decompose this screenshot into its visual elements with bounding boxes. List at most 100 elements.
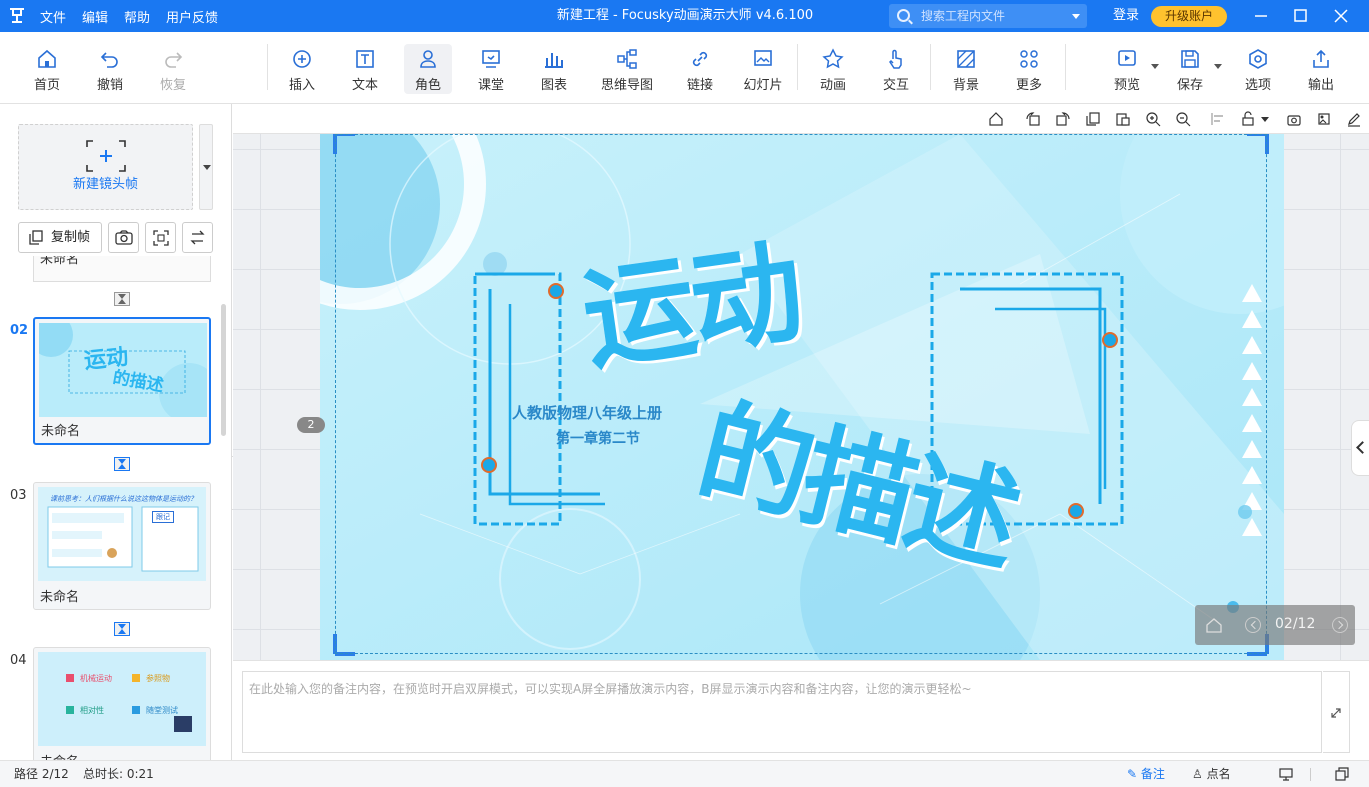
classroom-button[interactable]: 课堂 [463,44,519,94]
next-page-button[interactable] [1332,617,1348,633]
transition-icon[interactable] [114,292,130,306]
more-button[interactable]: 更多 [1001,44,1057,94]
star-icon [822,48,844,69]
app-logo-icon[interactable] [8,6,26,24]
minimize-button[interactable] [1241,0,1281,32]
preview-button[interactable]: 预览 [1099,44,1159,94]
camera-icon [115,230,133,245]
slides-icon [754,50,772,66]
save-button[interactable]: 保存 [1162,44,1222,94]
sidebar-scrollbar[interactable] [221,304,226,436]
frame-number-badge[interactable]: 2 [297,417,325,433]
window-icon[interactable] [1335,767,1349,781]
link-button[interactable]: 链接 [672,44,728,94]
menu-edit[interactable]: 编辑 [82,7,108,26]
slides-button[interactable]: 幻灯片 [735,44,791,94]
background-label: 背景 [952,78,979,93]
path-status: 路径 2/12 [14,767,69,781]
frame-preview: 机械运动 参照物 相对性 随堂测试 [38,652,206,746]
undo-button[interactable]: 撤销 [82,44,138,94]
home-icon[interactable] [1205,616,1223,634]
chevron-down-icon[interactable] [1261,117,1269,122]
settings-icon [1249,49,1267,69]
chevron-down-icon[interactable] [1214,64,1222,69]
export-button[interactable]: 输出 [1293,44,1349,94]
text-label: 文本 [351,78,378,93]
rotate-right-icon[interactable] [1055,111,1071,127]
slide-canvas[interactable]: 运动 的描述 人教版物理八年级上册 第一章第二节 [320,134,1284,660]
frame-thumbnail-02[interactable]: 运动 的描述 未命名 [33,317,211,445]
copy-frame-label: 复制帧 [51,230,91,245]
bar-chart-icon [545,53,563,68]
menu-help[interactable]: 帮助 [124,7,150,26]
insert-label: 插入 [288,78,315,93]
login-button[interactable]: 登录 [1113,0,1139,32]
zoom-in-icon[interactable] [1145,111,1161,127]
frame-number: 02 [10,323,29,338]
animation-button[interactable]: 动画 [805,44,861,94]
plus-circle-icon [293,50,311,68]
mindmap-button[interactable]: 思维导图 [596,44,658,94]
close-button[interactable] [1321,0,1361,32]
chart-button[interactable]: 图表 [526,44,582,94]
search-input[interactable]: 搜索工程内文件 [889,4,1087,28]
more-label: 更多 [1015,78,1042,93]
edit-icon[interactable] [1346,111,1362,127]
main-toolbar: 首页 撤销 恢复 插入 文本 角色 课堂 图表 思维导图 链接 幻灯片 动画 交… [0,32,1369,104]
prev-page-button[interactable] [1245,617,1261,633]
undo-icon [100,52,118,68]
chevron-down-icon[interactable] [1072,14,1080,19]
rotate-left-icon[interactable] [1025,111,1041,127]
insert-button[interactable]: 插入 [274,44,330,94]
rollcall-button[interactable]: ♙ 点名 [1192,761,1231,787]
new-frame-button[interactable]: 新建镜头帧 [18,124,193,210]
transition-icon[interactable] [114,622,130,636]
fit-frame-button[interactable] [145,222,176,253]
frame-thumbnail-04[interactable]: 机械运动 参照物 相对性 随堂测试 未命名 [33,647,211,760]
unlock-icon[interactable] [1240,111,1256,127]
menu-feedback[interactable]: 用户反馈 [166,7,218,26]
home-icon[interactable] [988,111,1004,127]
paste-icon[interactable] [1115,111,1131,127]
maximize-button[interactable] [1281,0,1321,32]
list-item[interactable]: 未命名 [33,256,211,282]
copy-icon[interactable] [1085,111,1101,127]
text-button[interactable]: 文本 [337,44,393,94]
editor-area: 运动 的描述 人教版物理八年级上册 第一章第二节 2 [233,104,1369,660]
screen-icon[interactable] [1279,767,1293,781]
copy-frame-button[interactable]: 复制帧 [18,222,102,253]
transition-icon[interactable] [114,457,130,471]
interaction-button[interactable]: 交互 [868,44,924,94]
frame-thumbnail-03[interactable]: 课前思考：人们根据什么说这这物体是运动的？ 跟记 未命名 [33,482,211,610]
zoom-out-icon[interactable] [1175,111,1191,127]
more-grid-icon [1020,50,1038,68]
slide-thumbnail-image [66,674,192,732]
notes-input[interactable] [242,671,1322,753]
home-button[interactable]: 首页 [19,44,75,94]
expand-notes-button[interactable] [1323,671,1350,753]
camera-icon[interactable] [1286,111,1302,127]
redo-button[interactable]: 恢复 [145,44,201,94]
menu-file[interactable]: 文件 [40,7,66,26]
notes-toggle[interactable]: ✎ 备注 [1127,761,1165,787]
chevron-down-icon[interactable] [1151,64,1159,69]
editor-toolbar [233,104,1369,134]
text-icon [356,50,374,68]
options-button[interactable]: 选项 [1230,44,1286,94]
align-icon[interactable] [1210,111,1226,127]
character-button[interactable]: 角色 [404,44,452,94]
swap-frame-button[interactable] [182,222,213,253]
slide-title-main[interactable]: 运动 [572,202,808,392]
upgrade-account-button[interactable]: 升级账户 [1151,6,1227,27]
background-button[interactable]: 背景 [938,44,994,94]
interaction-label: 交互 [882,78,909,93]
slide-subtitle-chapter[interactable]: 第一章第二节 [556,428,640,448]
expand-right-panel-button[interactable] [1351,420,1369,476]
crop-icon[interactable] [1316,111,1332,127]
new-frame-dropdown[interactable] [199,124,213,210]
slide-subtitle-book[interactable]: 人教版物理八年级上册 [512,402,662,423]
rollcall-label: 点名 [1206,767,1231,781]
frames-panel: 新建镜头帧 复制帧 未命名 02 运动 的描述 未命名 03 课前思考：人们根据… [0,104,232,760]
export-icon [1313,49,1329,68]
snapshot-button[interactable] [108,222,139,253]
